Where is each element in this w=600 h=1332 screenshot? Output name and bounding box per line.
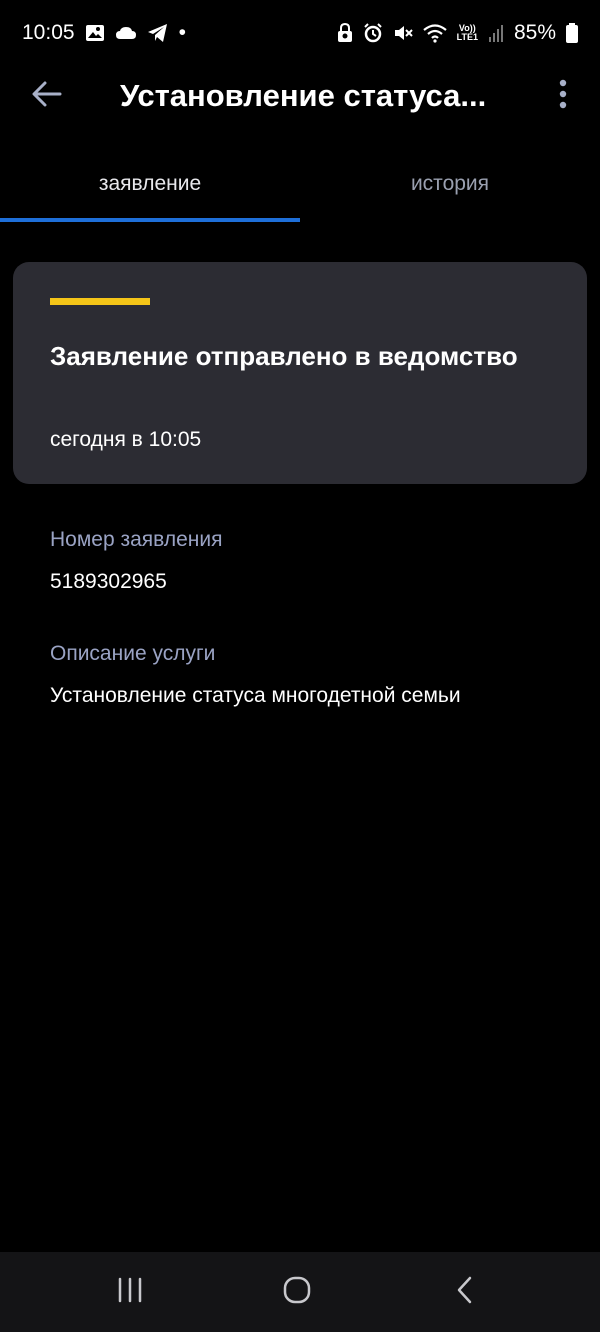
telegram-icon (147, 21, 169, 45)
recents-icon (116, 1277, 144, 1308)
active-tab-indicator (0, 218, 300, 222)
service-description-value: Установление статуса многодетной семьи (50, 684, 461, 707)
status-date: сегодня в 10:05 (50, 428, 202, 451)
app-bar: Установление статуса... (0, 66, 600, 126)
signal-icon (488, 21, 504, 45)
arrow-left-icon (32, 81, 62, 112)
status-left: 10:05 • (22, 21, 186, 45)
lte-label: LTE1 (456, 32, 478, 42)
mute-icon (393, 21, 413, 45)
more-options-button[interactable] (548, 76, 578, 116)
system-nav-bar (0, 1252, 600, 1332)
status-bar: 10:05 • Vo)) LTE1 85% (0, 0, 600, 66)
status-title: Заявление отправлено в ведомство (50, 341, 518, 371)
home-icon (282, 1275, 312, 1310)
status-right: Vo)) LTE1 85% (337, 21, 578, 45)
recents-button[interactable] (100, 1272, 160, 1312)
battery-percent: 85% (513, 21, 556, 44)
more-vertical-icon (559, 79, 567, 114)
page-title: Установление статуса... (120, 78, 487, 113)
status-accent-bar (50, 298, 150, 305)
gallery-icon (85, 21, 105, 45)
lock-recycle-icon (337, 21, 353, 45)
back-button[interactable] (22, 76, 72, 116)
tab-bar: заявление история (0, 150, 600, 222)
application-number-label: Номер заявления (50, 528, 223, 551)
alarm-icon (363, 21, 383, 45)
notification-dot: • (178, 21, 186, 44)
status-time: 10:05 (22, 21, 75, 44)
nav-back-button[interactable] (435, 1272, 495, 1312)
home-button[interactable] (267, 1272, 327, 1312)
wifi-icon (422, 21, 447, 45)
application-number-value: 5189302965 (50, 570, 167, 593)
status-card: Заявление отправлено в ведомство сегодня… (13, 262, 587, 484)
battery-icon (566, 21, 578, 45)
application-screen: 10:05 • Vo)) LTE1 85% Установление стату… (0, 0, 600, 1332)
cloud-icon (115, 21, 137, 45)
tab-application[interactable]: заявление (0, 150, 300, 218)
tab-history[interactable]: история (300, 150, 600, 218)
volte-indicator: Vo)) LTE1 (457, 24, 478, 42)
service-description-label: Описание услуги (50, 642, 216, 665)
back-icon (455, 1275, 475, 1310)
